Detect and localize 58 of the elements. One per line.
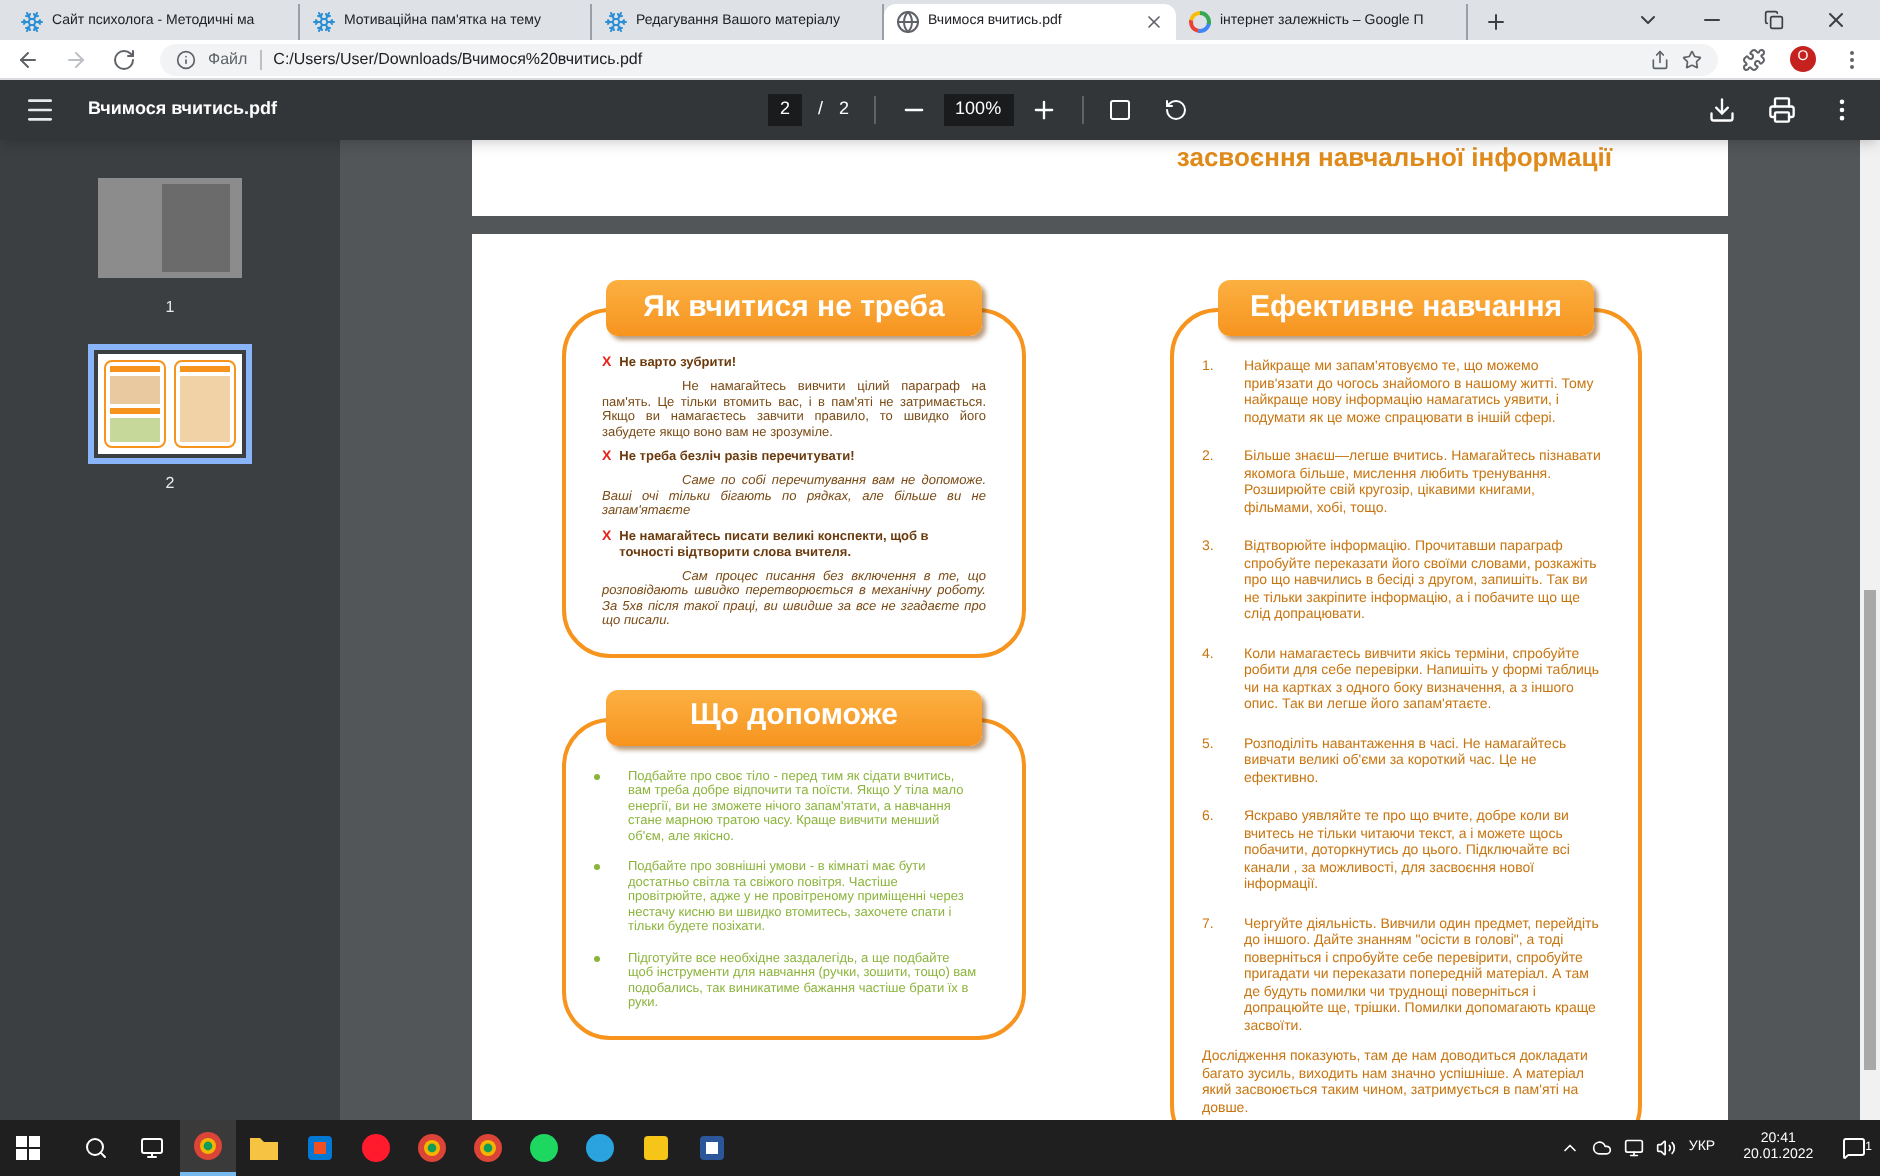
section-heading: Як вчитися не треба [606,280,982,336]
page-title: засвоєння навчальної інформації [1176,140,1612,176]
scheme-label: Файл [208,47,248,71]
page-label: 2 [165,472,175,496]
notification-icon[interactable] [1841,1136,1866,1160]
section-heading: Що допоможе [606,689,982,745]
reload-icon[interactable] [112,47,136,71]
restore-icon[interactable] [1764,10,1784,30]
address-field[interactable]: Файл C:/Users/User/Downloads/Вчимося%20вчитись.pdf [160,43,1718,75]
bullet-icon [594,864,600,870]
search-icon[interactable] [84,1136,108,1160]
tricolor-circle-icon [416,1132,448,1164]
star-icon[interactable] [1682,49,1702,69]
cloud-icon[interactable] [1592,1138,1613,1158]
snowflake-icon [312,10,336,34]
snowflake-icon [20,10,44,34]
taskbar-app[interactable] [180,1120,236,1176]
scrollbar-thumb[interactable] [1864,590,1876,1070]
url-text: C:/Users/User/Downloads/Вчимося%20вчитись.pdf [273,47,643,71]
close-icon[interactable] [1824,8,1848,32]
menu-icon[interactable] [24,94,56,126]
page-total: 2 [839,96,850,123]
globe-icon [896,10,920,34]
zoom-in-icon[interactable] [1029,96,1058,124]
page-label: 1 [165,296,175,320]
volume-icon[interactable] [1656,1138,1677,1158]
tricolor-circle-icon [472,1132,504,1164]
circle-icon [528,1132,560,1164]
print-icon[interactable] [1768,96,1796,124]
windows-logo-icon[interactable] [16,1136,40,1160]
bullet-icon [594,773,600,779]
page-thumbnail[interactable] [88,344,252,464]
new-tab-icon[interactable] [1484,10,1508,34]
fit-page-icon[interactable] [1107,98,1132,122]
scrollbar[interactable] [1860,140,1880,1120]
folder-icon [248,1132,280,1164]
download-icon[interactable] [1708,96,1736,124]
puzzle-icon[interactable] [1742,47,1766,71]
share-icon[interactable] [1650,49,1670,69]
task-view-icon[interactable] [140,1136,164,1160]
back-icon[interactable] [16,47,40,71]
page-separator: / [818,96,824,123]
page-number-field[interactable]: 2 [768,94,803,126]
info-icon[interactable] [176,49,196,69]
zoom-field[interactable]: 100% [943,94,1014,126]
bullet-icon [594,955,600,961]
square-app-icon [640,1132,672,1164]
page-preview-drawing [98,354,242,454]
rotate-icon[interactable] [1163,98,1188,122]
multicolor-ring-icon [1188,10,1212,34]
close-icon[interactable] [1144,12,1164,32]
snowflake-icon [604,10,628,34]
document-icon [696,1132,728,1164]
tricolor-circle-icon [192,1130,224,1162]
network-icon[interactable] [1624,1138,1645,1158]
document-title: Вчимося вчитись.pdf [88,96,280,123]
photo-placeholder [98,178,242,278]
section-heading: Ефективне навчання [1218,280,1594,336]
